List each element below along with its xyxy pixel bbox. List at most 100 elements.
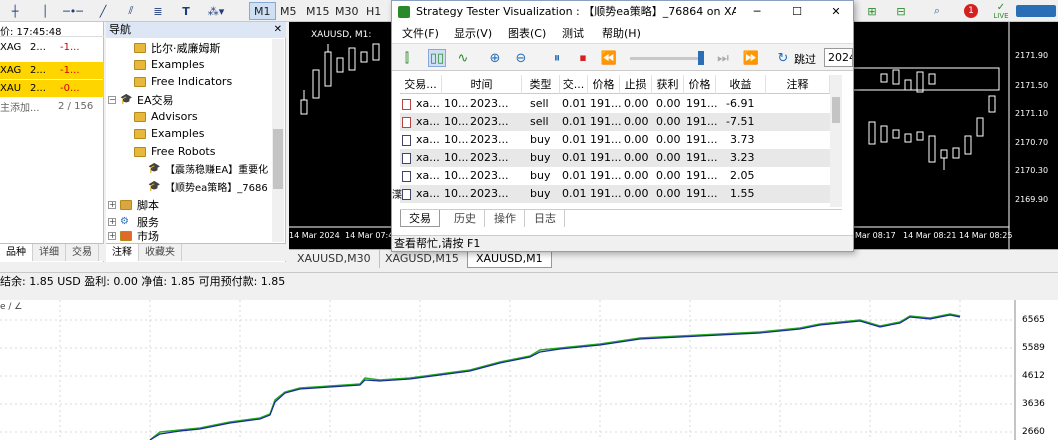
vertical-line-icon[interactable]: │ [36, 2, 54, 20]
fibonacci-icon[interactable]: ≣ [148, 2, 168, 20]
col-header[interactable]: 类型 [522, 75, 560, 94]
nav-item-ea[interactable]: − 🎓 EA交易 [108, 91, 173, 108]
cell-symbol: xa... [416, 133, 440, 146]
step-icon[interactable]: ⏭ [714, 49, 732, 67]
menu-charts[interactable]: 图表(C) [508, 25, 546, 41]
market-icon[interactable]: ⊟ [890, 2, 912, 20]
forward-icon[interactable]: ⏩ [742, 49, 760, 67]
close-icon[interactable]: ✕ [826, 1, 846, 23]
zoom-in-icon[interactable]: ⊕ [486, 49, 504, 67]
tab-common[interactable]: 注释 [106, 244, 139, 261]
col-header[interactable]: 注释 [766, 75, 830, 94]
shapes-menu-icon[interactable]: ⁂▾ [203, 2, 229, 20]
balance-graph[interactable]: e / ∠ 6565 5589 4612 3636 2660 [0, 300, 1058, 440]
col-header[interactable]: 交易... [400, 75, 442, 94]
timeframe-h1[interactable]: H1 [362, 2, 385, 20]
chart-tab[interactable]: XAUUSD,M30 [289, 250, 380, 268]
cell-price: 191... [686, 97, 718, 110]
minimize-icon[interactable]: ─ [747, 1, 767, 23]
add-symbol-row[interactable]: 主添加... 2 / 156 [0, 98, 104, 115]
nav-item-expert[interactable]: 🎓 【震荡稳赚EA】重要化 [148, 160, 268, 177]
line-chart-icon[interactable]: ∿ [454, 49, 472, 67]
tab-history[interactable]: 历史 [446, 210, 485, 227]
col-header[interactable]: 获利 [652, 75, 684, 94]
market-row[interactable]: XAG 2... -1... [0, 62, 104, 79]
nav-item[interactable]: Examples [134, 56, 204, 73]
skip-to-icon[interactable]: ↻ [774, 49, 792, 67]
bars-chart-icon[interactable]: ⫿ [398, 49, 416, 67]
tab-details[interactable]: 详细 [33, 244, 66, 261]
menu-file[interactable]: 文件(F) [402, 25, 439, 41]
nav-item[interactable]: Free Indicators [134, 73, 232, 90]
candle [988, 95, 996, 113]
col-header[interactable]: 价格 [588, 75, 620, 94]
trendline-icon[interactable]: ╱ [94, 2, 112, 20]
timeframe-m15[interactable]: M15 [302, 2, 334, 20]
timeframe-m30[interactable]: M30 [331, 2, 363, 20]
menu-test[interactable]: 测试 [562, 25, 584, 41]
candles-chart-icon[interactable]: ▯▯ [428, 49, 446, 67]
rewind-icon[interactable]: ⏪ [600, 49, 618, 67]
horizontal-line-icon[interactable]: ─•─ [62, 2, 84, 20]
account-toggle[interactable] [1014, 2, 1058, 20]
pause-icon[interactable]: ⏸ [548, 49, 566, 67]
crosshair-icon[interactable]: ┼ [6, 2, 24, 20]
tab-favorites[interactable]: 收藏夹 [139, 244, 182, 261]
vps-icon[interactable]: ✓ LIVE [990, 2, 1012, 20]
skip-date-input[interactable]: 2024 [824, 48, 853, 67]
search-icon[interactable]: ⌕ [928, 2, 946, 20]
col-header[interactable]: 交... [560, 75, 588, 94]
expand-icon[interactable]: + [108, 200, 116, 209]
collapse-icon[interactable]: − [108, 95, 116, 104]
nav-item[interactable]: Examples [134, 125, 204, 142]
col-header[interactable]: 止损 [620, 75, 652, 94]
signals-icon[interactable]: ⊞ [862, 2, 882, 20]
chart-tab-active[interactable]: XAUUSD,M1 [467, 250, 552, 268]
nav-item[interactable]: + 市场 [108, 230, 159, 242]
zoom-out-icon[interactable]: ⊖ [512, 49, 530, 67]
expand-icon[interactable]: + [108, 232, 116, 240]
scrollbar-thumb[interactable] [832, 97, 840, 123]
nav-item[interactable]: 比尔·威廉姆斯 [134, 39, 221, 56]
cell-sl: 0.00 [624, 169, 649, 182]
equity-line [149, 313, 961, 440]
scrollbar-thumb[interactable] [273, 129, 283, 189]
notifications-icon[interactable]: 1 [960, 2, 982, 20]
nav-item[interactable]: Free Robots [134, 143, 215, 160]
timeframe-m1[interactable]: M1 [249, 2, 276, 20]
market-row[interactable]: XAG 2... -1... [0, 39, 104, 56]
nav-item-expert[interactable]: 🎓 【顺势ea策略】_7686 [148, 178, 268, 195]
speed-slider[interactable] [630, 51, 704, 65]
tab-journal[interactable]: 日志 [526, 210, 565, 227]
cell-profit: -7.51 [726, 115, 755, 128]
balance-line [149, 314, 961, 440]
chart-tab[interactable]: XAGUSD,M15 [377, 250, 468, 268]
menu-view[interactable]: 显示(V) [454, 25, 492, 41]
timeframe-m5[interactable]: M5 [276, 2, 301, 20]
navigator-scrollbar[interactable] [272, 39, 284, 242]
tab-symbols[interactable]: 品种 [0, 244, 33, 261]
channel-icon[interactable]: ⫽ [122, 2, 140, 20]
tab-operations[interactable]: 操作 [486, 210, 525, 227]
market-row[interactable]: XAU 2... -0... [0, 80, 104, 97]
tester-titlebar[interactable]: Strategy Tester Visualization : 【顺势ea策略】… [392, 1, 853, 23]
speed-slider-thumb[interactable] [698, 51, 704, 65]
menu-help[interactable]: 帮助(H) [602, 25, 641, 41]
col-header[interactable]: 时间 [442, 75, 522, 94]
maximize-icon[interactable]: ☐ [787, 1, 807, 23]
close-icon[interactable]: ✕ [274, 24, 282, 35]
expand-icon[interactable]: + [108, 217, 116, 226]
tab-trade[interactable]: 交易 [400, 210, 440, 227]
nav-item[interactable]: + ⚙ 服务 [108, 213, 159, 230]
col-header[interactable]: 价格 [684, 75, 716, 94]
nav-item[interactable]: + 脚本 [108, 196, 159, 213]
stop-icon[interactable]: ⏹ [574, 49, 592, 67]
text-tool-icon[interactable]: T [178, 2, 194, 20]
tab-trading[interactable]: 交易 [66, 244, 99, 261]
nav-item[interactable]: Advisors [134, 108, 198, 125]
cell-profit: 1.55 [730, 187, 755, 200]
col-header[interactable]: 收益 [716, 75, 766, 94]
table-scrollbar[interactable] [830, 75, 842, 207]
cell-time: 2023... [470, 151, 509, 164]
cell-tp: 0.00 [656, 187, 681, 200]
